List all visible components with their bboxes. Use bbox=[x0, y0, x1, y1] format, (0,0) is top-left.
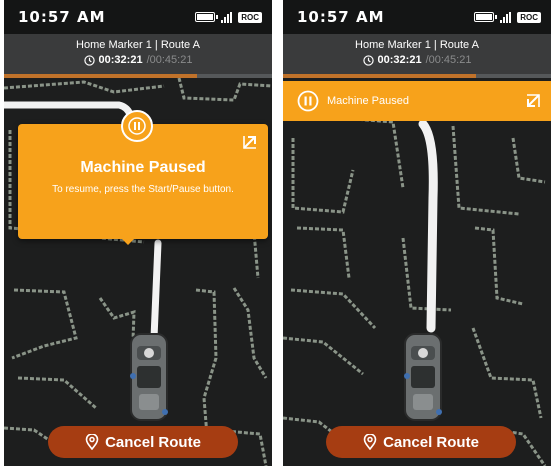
route-title: Home Marker 1 | Route A bbox=[76, 39, 200, 51]
route-path bbox=[418, 119, 438, 333]
location-pin-icon bbox=[85, 434, 99, 450]
status-time: 10:57 AM bbox=[18, 8, 106, 26]
left-phone-screen: 10:57 AM ROC Home Marker 1 | Route A 00:… bbox=[4, 0, 272, 466]
status-icons: ROC bbox=[195, 11, 262, 23]
status-time: 10:57 AM bbox=[297, 8, 385, 26]
clock-icon bbox=[83, 54, 95, 66]
right-phone-screen: 10:57 AM ROC Home Marker 1 | Route A 00:… bbox=[283, 0, 551, 466]
total-time: /00:45:21 bbox=[146, 54, 193, 66]
location-pin-icon bbox=[363, 434, 377, 450]
machine-paused-banner: Machine Paused bbox=[283, 81, 551, 121]
expand-arrow-icon[interactable] bbox=[525, 93, 541, 109]
signal-icon bbox=[221, 11, 233, 23]
machine-paused-popup: Machine Paused To resume, press the Star… bbox=[18, 124, 268, 245]
battery-icon bbox=[195, 12, 219, 22]
route-header: Home Marker 1 | Route A 00:32:21/00:45:2… bbox=[283, 34, 551, 74]
robot-marker-icon bbox=[130, 333, 168, 421]
signal-icon bbox=[500, 11, 512, 23]
robot-marker-icon bbox=[404, 333, 442, 421]
clock-icon bbox=[362, 54, 374, 66]
elapsed-time: 00:32:21 bbox=[98, 54, 143, 66]
route-header: Home Marker 1 | Route A 00:32:21/00:45:2… bbox=[4, 34, 272, 74]
pause-icon[interactable] bbox=[121, 110, 153, 142]
banner-label: Machine Paused bbox=[327, 95, 409, 107]
network-badge: ROC bbox=[517, 11, 541, 23]
route-path bbox=[4, 101, 136, 130]
battery-icon bbox=[474, 12, 498, 22]
status-icons: ROC bbox=[474, 11, 541, 23]
route-title: Home Marker 1 | Route A bbox=[355, 39, 479, 51]
popup-pointer bbox=[122, 239, 134, 245]
cancel-route-button[interactable]: Cancel Route bbox=[326, 426, 516, 458]
popup-title: Machine Paused bbox=[80, 159, 206, 176]
elapsed-time: 00:32:21 bbox=[377, 54, 422, 66]
status-bar: 10:57 AM ROC bbox=[283, 0, 551, 34]
network-badge: ROC bbox=[238, 11, 262, 23]
cancel-route-label: Cancel Route bbox=[383, 433, 479, 451]
status-bar: 10:57 AM ROC bbox=[4, 0, 272, 34]
cancel-route-label: Cancel Route bbox=[105, 433, 201, 451]
route-timer: 00:32:21/00:45:21 bbox=[283, 54, 551, 66]
expand-arrow-icon[interactable] bbox=[242, 134, 258, 150]
route-path-continued bbox=[150, 239, 162, 342]
route-timer: 00:32:21/00:45:21 bbox=[4, 54, 272, 66]
cancel-route-button[interactable]: Cancel Route bbox=[48, 426, 238, 458]
pause-icon[interactable] bbox=[297, 90, 319, 112]
total-time: /00:45:21 bbox=[425, 54, 472, 66]
popup-message: To resume, press the Start/Pause button. bbox=[52, 184, 234, 195]
